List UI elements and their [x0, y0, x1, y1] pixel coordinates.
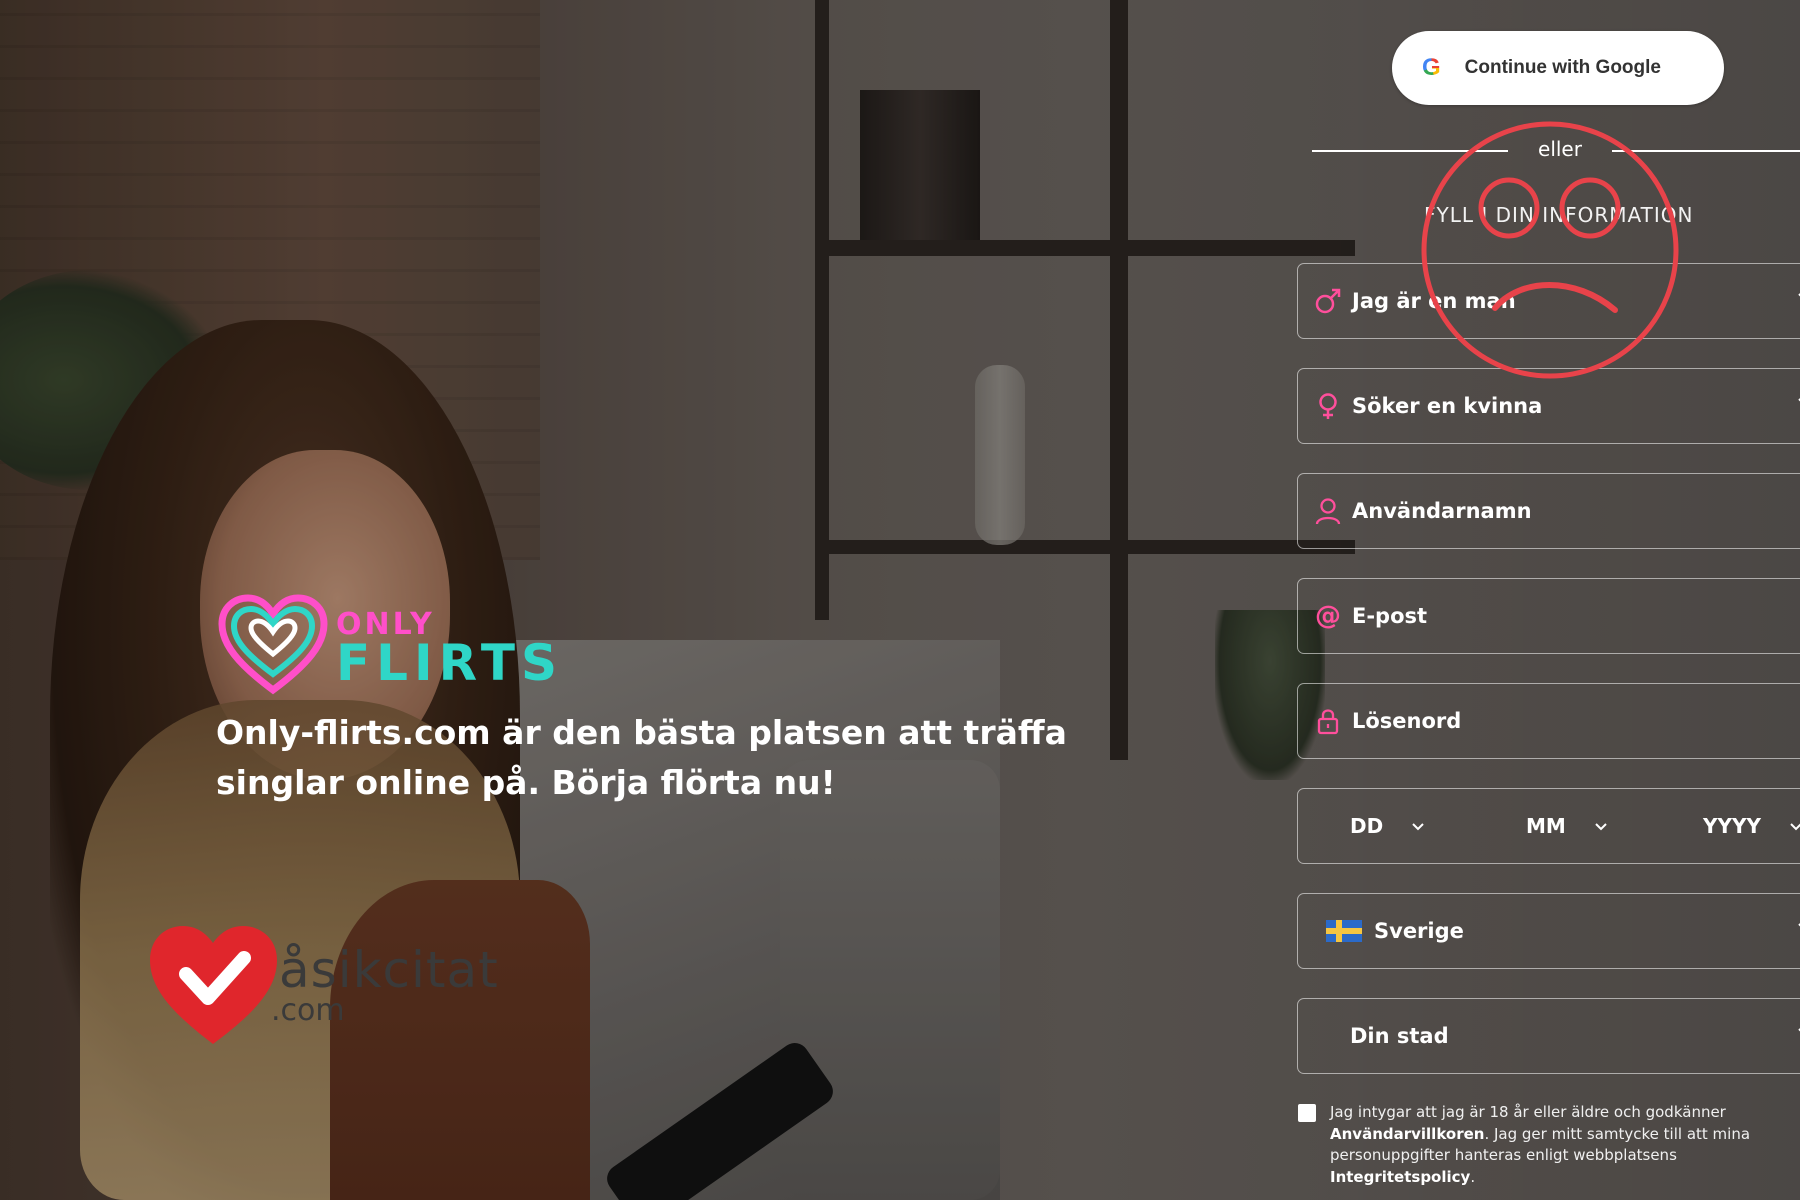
form-section-title: FYLL I DIN INFORMATION: [1424, 203, 1694, 227]
consent-text-part: .: [1470, 1167, 1476, 1186]
at-sign-icon: @: [1315, 601, 1341, 631]
google-g-icon: G: [1422, 54, 1441, 81]
consent-text: Jag intygar att jag är 18 år eller äldre…: [1330, 1102, 1800, 1188]
terms-link[interactable]: Användarvillkoren: [1330, 1125, 1484, 1143]
gender-select[interactable]: Jag är en man: [1297, 263, 1800, 339]
city-select[interactable]: Din stad: [1297, 998, 1800, 1074]
consent-checkbox[interactable]: [1298, 1104, 1316, 1122]
asikcitat-watermark: åsikcitat .com: [146, 922, 499, 1047]
country-select[interactable]: Sverige: [1297, 893, 1800, 969]
or-text: eller: [1538, 137, 1582, 161]
google-button-label: Continue with Google: [1464, 57, 1661, 78]
watermark-domain: .com: [271, 992, 345, 1028]
date-of-birth-group: DD MM YYYY: [1297, 788, 1800, 864]
tagline-line-2: singlar online på. Börja flörta nu!: [216, 763, 836, 802]
heart-check-icon: [150, 926, 277, 1044]
female-symbol-icon: [1314, 392, 1342, 420]
dob-year-select[interactable]: YYYY: [1703, 789, 1800, 863]
chevron-down-icon: [1790, 823, 1800, 831]
tagline-line-1: Only-flirts.com är den bästa platsen att…: [216, 713, 1067, 752]
male-symbol-icon: [1314, 287, 1342, 315]
dob-year-label: YYYY: [1703, 814, 1761, 838]
sweden-flag-icon: [1326, 920, 1362, 942]
continue-with-google-button[interactable]: G Continue with Google: [1392, 31, 1724, 105]
user-icon: [1314, 497, 1342, 525]
logo-word-flirts: FLIRTS: [336, 634, 563, 692]
email-field[interactable]: @ E-post: [1297, 578, 1800, 654]
only-flirts-logo: ONLY FLIRTS: [218, 594, 563, 696]
dob-month-select[interactable]: MM: [1526, 789, 1608, 863]
or-divider: eller: [1312, 137, 1800, 161]
username-placeholder: Användarnamn: [1352, 499, 1532, 523]
chevron-down-icon: [1595, 823, 1607, 831]
seeking-select-value: Söker en kvinna: [1352, 394, 1543, 418]
country-select-value: Sverige: [1374, 919, 1464, 943]
city-placeholder: Din stad: [1350, 1024, 1449, 1048]
heart-logo-icon: [218, 594, 328, 695]
password-placeholder: Lösenord: [1352, 709, 1462, 733]
seeking-select[interactable]: Söker en kvinna: [1297, 368, 1800, 444]
dob-month-label: MM: [1526, 814, 1566, 838]
privacy-policy-link[interactable]: Integritetspolicy: [1330, 1168, 1470, 1186]
lock-icon: [1314, 707, 1342, 735]
watermark-name: åsikcitat: [279, 940, 499, 999]
chevron-down-icon: [1412, 823, 1424, 831]
password-field[interactable]: Lösenord: [1297, 683, 1800, 759]
dob-day-select[interactable]: DD: [1350, 789, 1425, 863]
username-field[interactable]: Användarnamn: [1297, 473, 1800, 549]
hero-tagline: Only-flirts.com är den bästa platsen att…: [216, 708, 1096, 808]
email-placeholder: E-post: [1352, 604, 1428, 628]
dob-day-label: DD: [1350, 814, 1384, 838]
consent-text-part: Jag intygar att jag är 18 år eller äldre…: [1330, 1103, 1726, 1121]
gender-select-value: Jag är en man: [1352, 289, 1516, 313]
